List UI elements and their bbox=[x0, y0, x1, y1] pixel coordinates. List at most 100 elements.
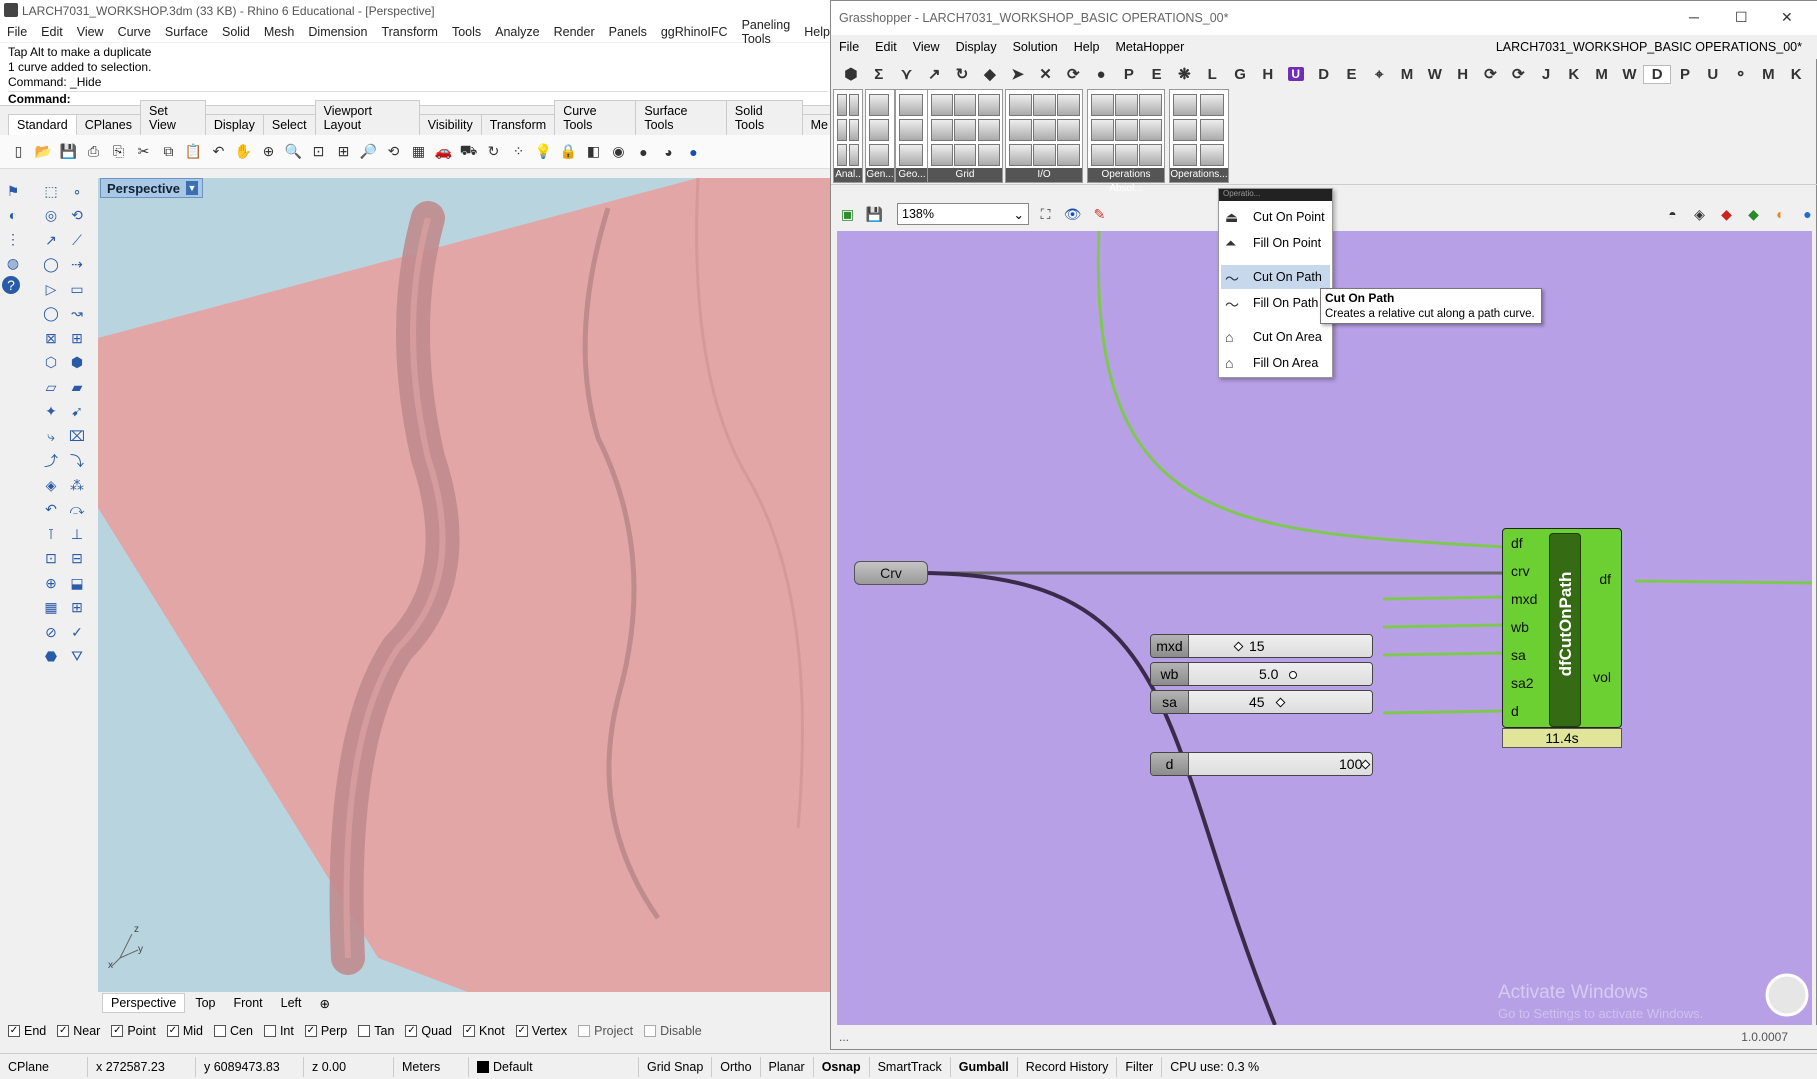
layer-indicator[interactable]: Default bbox=[469, 1056, 639, 1077]
component-icon[interactable] bbox=[1115, 119, 1138, 141]
menu-item-tools[interactable]: Tools bbox=[445, 25, 488, 39]
menu-item-dimension[interactable]: Dimension bbox=[301, 25, 374, 39]
save-icon[interactable]: 💾 bbox=[864, 204, 885, 225]
category-tab[interactable]: ❋ bbox=[1171, 65, 1199, 83]
menu-item-solid[interactable]: Solid bbox=[215, 25, 257, 39]
tab-viewport-layout[interactable]: Viewport Layout bbox=[314, 100, 420, 135]
open-file-icon[interactable]: ▣ bbox=[837, 204, 858, 225]
tab-cplanes[interactable]: CPlanes bbox=[75, 114, 141, 135]
panel-caption[interactable]: Geo... bbox=[896, 168, 928, 182]
menu-item-transform[interactable]: Transform bbox=[374, 25, 445, 39]
layer-icon[interactable]: ◧ bbox=[583, 141, 604, 162]
category-tab[interactable]: E bbox=[1143, 66, 1171, 83]
category-tab[interactable]: ● bbox=[1087, 66, 1115, 83]
gh-menu-item-view[interactable]: View bbox=[905, 40, 948, 54]
circle-icon[interactable]: ↗ bbox=[40, 229, 62, 251]
component-icon[interactable] bbox=[869, 144, 889, 166]
output-vol[interactable]: vol bbox=[1593, 669, 1611, 685]
menu-item-ggrhinoifc[interactable]: ggRhinoIFC bbox=[654, 25, 735, 39]
cplane[interactable]: CPlane bbox=[0, 1056, 88, 1077]
category-tab[interactable]: W bbox=[1616, 66, 1644, 83]
component-icon[interactable] bbox=[837, 144, 847, 166]
category-tab[interactable]: ↗ bbox=[920, 65, 948, 83]
viewport-tab-left[interactable]: Left bbox=[273, 994, 310, 1012]
osnap-knot[interactable]: ✓ Knot bbox=[463, 1024, 505, 1038]
print-icon[interactable]: ⎙ bbox=[83, 141, 104, 162]
scale-icon[interactable]: ⁂ bbox=[66, 474, 88, 496]
osnap-vertex[interactable]: ✓ Vertex bbox=[515, 1024, 567, 1038]
snap-icon[interactable]: ⊕ bbox=[40, 572, 62, 594]
component-icon[interactable] bbox=[1033, 94, 1056, 116]
ellipse-icon[interactable]: ▷ bbox=[40, 278, 62, 300]
menu-item-surface[interactable]: Surface bbox=[158, 25, 215, 39]
component-icon[interactable] bbox=[1115, 94, 1138, 116]
category-tab[interactable]: E bbox=[1338, 66, 1366, 83]
osnap-int[interactable]: Int bbox=[263, 1024, 294, 1038]
hide-icon[interactable]: ⊘ bbox=[40, 621, 62, 643]
osnap-checkbox[interactable] bbox=[263, 1025, 276, 1037]
chamfer-icon[interactable]: ⌧ bbox=[66, 425, 88, 447]
tab-select[interactable]: Select bbox=[262, 114, 316, 135]
help-icon[interactable]: ◐ bbox=[2, 204, 24, 226]
check-icon[interactable]: ✓ bbox=[66, 621, 88, 643]
category-tab[interactable]: ⟳ bbox=[1504, 65, 1532, 83]
viewport-tab-perspective[interactable]: Perspective bbox=[102, 993, 186, 1013]
open-file-icon[interactable]: 📂 bbox=[33, 141, 54, 162]
osnap-near[interactable]: ✓ Near bbox=[57, 1024, 100, 1038]
toggle-planar[interactable]: Planar bbox=[761, 1056, 814, 1077]
component-icon[interactable] bbox=[1173, 119, 1197, 141]
perspective-viewport[interactable] bbox=[98, 178, 836, 996]
component-icon[interactable] bbox=[869, 119, 889, 141]
component-icon[interactable] bbox=[1139, 94, 1162, 116]
component-icon[interactable] bbox=[1009, 94, 1032, 116]
component-icon[interactable] bbox=[954, 144, 977, 166]
viewport-title[interactable]: Perspective ▼ bbox=[100, 178, 203, 198]
component-icon[interactable] bbox=[1139, 119, 1162, 141]
menu-item-fill-on-path[interactable]: 〜 Fill On Path bbox=[1221, 291, 1330, 315]
layer-icon[interactable]: ⬓ bbox=[66, 572, 88, 594]
question-icon[interactable]: ? bbox=[2, 276, 20, 294]
grid-icon[interactable]: ▦ bbox=[40, 597, 62, 619]
category-tab[interactable]: ⌖ bbox=[1365, 66, 1393, 83]
osnap-checkbox[interactable] bbox=[358, 1025, 371, 1037]
component-icon[interactable] bbox=[1115, 144, 1138, 166]
component-icon[interactable] bbox=[849, 144, 859, 166]
extrude-icon[interactable]: ↝ bbox=[66, 303, 88, 325]
trash-icon[interactable]: ◍ bbox=[2, 252, 24, 274]
component-icon[interactable] bbox=[931, 144, 953, 166]
menu-item-view[interactable]: View bbox=[70, 25, 111, 39]
curve-icon[interactable]: ⟲ bbox=[66, 205, 88, 227]
gh-menu-item-solution[interactable]: Solution bbox=[1005, 40, 1066, 54]
tab-solid-tools[interactable]: Solid Tools bbox=[725, 100, 803, 135]
shaded-preview-icon[interactable]: ◆ bbox=[1716, 204, 1737, 225]
zoom-window-icon[interactable]: ⊡ bbox=[308, 141, 329, 162]
select-icon[interactable]: ⬚ bbox=[40, 180, 62, 202]
sketch-icon[interactable]: ✎ bbox=[1089, 204, 1110, 225]
input-mxd[interactable]: mxd bbox=[1511, 591, 1537, 607]
category-tab[interactable]: P bbox=[1115, 66, 1143, 83]
maximize-icon[interactable]: ☐ bbox=[1735, 9, 1748, 26]
zoom-selected-icon[interactable]: 🔎 bbox=[358, 141, 379, 162]
panel-caption[interactable]: Gen... bbox=[866, 168, 894, 182]
component-icon[interactable] bbox=[869, 94, 889, 116]
slider-mxd[interactable]: mxd 15 bbox=[1150, 634, 1373, 658]
preview-eye-icon[interactable]: 👁 bbox=[1062, 204, 1083, 225]
component-icon[interactable] bbox=[1200, 119, 1224, 141]
osnap-checkbox[interactable] bbox=[644, 1025, 657, 1037]
surface-icon[interactable]: ◯ bbox=[40, 303, 62, 325]
category-tab[interactable]: K bbox=[1560, 66, 1588, 83]
input-d[interactable]: d bbox=[1511, 703, 1519, 719]
grid-icon[interactable]: ▦ bbox=[408, 141, 429, 162]
panel-caption[interactable]: I/O bbox=[1006, 168, 1082, 182]
selected-preview-icon[interactable]: ◆ bbox=[1743, 204, 1764, 225]
blue-sphere-icon[interactable]: ● bbox=[683, 141, 704, 162]
osnap-checkbox[interactable]: ✓ bbox=[8, 1025, 20, 1037]
component-icon[interactable] bbox=[1173, 144, 1197, 166]
osnap-checkbox[interactable] bbox=[578, 1025, 591, 1037]
add-viewport-icon[interactable]: ⊕ bbox=[312, 994, 338, 1013]
array-icon[interactable]: ⤼ bbox=[66, 499, 88, 521]
menu-item-mesh[interactable]: Mesh bbox=[257, 25, 302, 39]
input-crv[interactable]: crv bbox=[1511, 563, 1530, 579]
solid-icon[interactable]: ⬡ bbox=[40, 352, 62, 374]
fillet-icon[interactable]: ⤷ bbox=[40, 425, 62, 447]
